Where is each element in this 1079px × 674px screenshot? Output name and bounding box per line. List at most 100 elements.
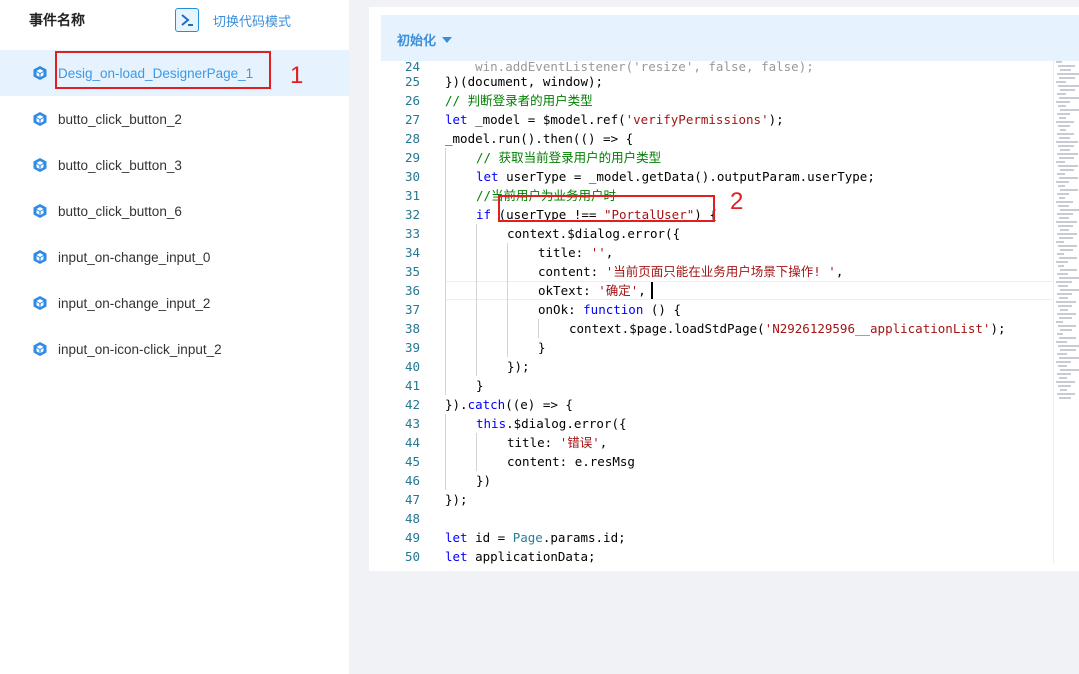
minimap-line (1057, 73, 1079, 75)
event-item-label: Desig_on-load_DesignerPage_1 (58, 65, 254, 81)
line-number: 33 (404, 226, 420, 241)
minimap-line (1058, 65, 1075, 67)
editor-toolbar: 初始化 (381, 15, 1079, 61)
code-minimap[interactable] (1053, 61, 1079, 564)
code-token: .params.id; (542, 530, 626, 545)
code-text: let applicationData; (445, 547, 596, 564)
code-token: function (583, 302, 644, 317)
terminal-icon (175, 8, 199, 32)
minimap-line (1060, 209, 1079, 211)
minimap-line (1057, 253, 1064, 255)
text-cursor (651, 282, 653, 299)
code-token: '错误' (559, 435, 600, 450)
minimap-line (1058, 205, 1069, 207)
minimap-line (1058, 165, 1078, 167)
event-item[interactable]: butto_click_button_6 (0, 188, 349, 234)
code-token: , (605, 245, 614, 260)
line-number: 28 (404, 131, 420, 146)
code-token: , (835, 264, 844, 279)
minimap-line (1058, 185, 1065, 187)
code-line: 50 let applicationData; (381, 547, 1053, 564)
minimap-line (1060, 69, 1071, 71)
minimap-line (1057, 233, 1077, 235)
code-text: // 判断登录者的用户类型 (445, 91, 593, 110)
code-token: catch (467, 397, 506, 412)
event-item[interactable]: input_on-change_input_0 (0, 234, 349, 280)
code-token: ); (768, 112, 784, 127)
minimap-line (1060, 349, 1076, 351)
code-token: .$dialog.error({ (506, 416, 627, 431)
line-number: 29 (404, 150, 420, 165)
minimap-line (1057, 153, 1078, 155)
minimap-line (1056, 301, 1076, 303)
indent-guide (445, 148, 446, 395)
event-item[interactable]: butto_click_button_3 (0, 142, 349, 188)
minimap-line (1060, 109, 1079, 111)
code-text: content: '当前页面只能在业务用户场景下操作! ', (538, 262, 843, 281)
code-token: })(document, window); (445, 74, 604, 89)
minimap-line (1059, 277, 1079, 279)
code-line: 31 //当前用户为业务用户时 (381, 186, 1053, 205)
line-number: 26 (404, 93, 420, 108)
cube-icon (33, 204, 47, 218)
cube-icon (33, 342, 47, 356)
code-line: 49 let id = Page.params.id; (381, 528, 1053, 547)
line-number: 44 (404, 435, 420, 450)
code-text: context.$dialog.error({ (507, 224, 680, 243)
minimap-line (1057, 273, 1068, 275)
event-item[interactable]: input_on-icon-click_input_2 (0, 326, 349, 372)
event-item-label: butto_click_button_3 (58, 157, 182, 173)
code-line: 39} (381, 338, 1053, 357)
code-text: context.$page.loadStdPage('N2926129596__… (569, 319, 1006, 338)
minimap-line (1056, 221, 1077, 223)
minimap-line (1056, 361, 1071, 363)
minimap-line (1058, 325, 1076, 327)
minimap-line (1059, 237, 1073, 239)
code-line: 37 onOk: function () { (381, 300, 1053, 319)
line-number: 41 (404, 378, 420, 393)
code-token: 'N2926129596__applicationList' (764, 321, 991, 336)
switch-code-mode-button[interactable]: 切换代码模式 (175, 7, 291, 33)
lifecycle-dropdown[interactable]: 初始化 (397, 30, 453, 49)
line-number: 27 (404, 112, 420, 127)
code-token: }). (445, 397, 468, 412)
minimap-line (1056, 201, 1073, 203)
code-token: // 判断登录者的用户类型 (445, 93, 593, 108)
annotation-number-1: 1 (290, 62, 304, 89)
event-item[interactable]: input_on-change_input_2 (0, 280, 349, 326)
minimap-line (1056, 281, 1072, 283)
code-text: content: e.resMsg (507, 452, 635, 471)
minimap-line (1060, 89, 1075, 91)
indent-guide (445, 414, 446, 490)
minimap-line (1059, 157, 1074, 159)
indent-guide (538, 319, 539, 338)
code-token: ); (990, 321, 1006, 336)
lifecycle-dropdown-label: 初始化 (397, 34, 437, 49)
minimap-line (1056, 381, 1075, 383)
minimap-line (1057, 353, 1067, 355)
code-line: 32 if (userType !== "PortalUser") { (381, 205, 1053, 224)
code-token: content: (538, 264, 606, 279)
code-token: }); (507, 359, 530, 374)
indent-guide (507, 243, 508, 357)
minimap-line (1057, 333, 1063, 335)
event-item[interactable]: butto_click_button_2 (0, 96, 349, 142)
code-token: userType = _model.getData().outputParam.… (498, 169, 875, 184)
line-number: 47 (404, 492, 420, 507)
minimap-line (1059, 337, 1076, 339)
sidebar-title: 事件名称 (29, 13, 85, 29)
minimap-line (1059, 297, 1068, 299)
minimap-line (1058, 145, 1074, 147)
code-text: // 获取当前登录用户的用户类型 (476, 148, 661, 167)
minimap-line (1059, 377, 1067, 379)
minimap-line (1057, 93, 1066, 95)
minimap-line (1058, 225, 1073, 227)
line-number: 25 (404, 74, 420, 89)
minimap-line (1057, 213, 1073, 215)
line-number: 39 (404, 340, 420, 355)
minimap-line (1060, 289, 1079, 291)
code-editor[interactable]: 24 win.addEventListener('resize', false,… (381, 61, 1053, 564)
code-token: context.$page.loadStdPage( (569, 321, 765, 336)
code-text: title: '错误', (507, 433, 607, 452)
code-line: 46}) (381, 471, 1053, 490)
